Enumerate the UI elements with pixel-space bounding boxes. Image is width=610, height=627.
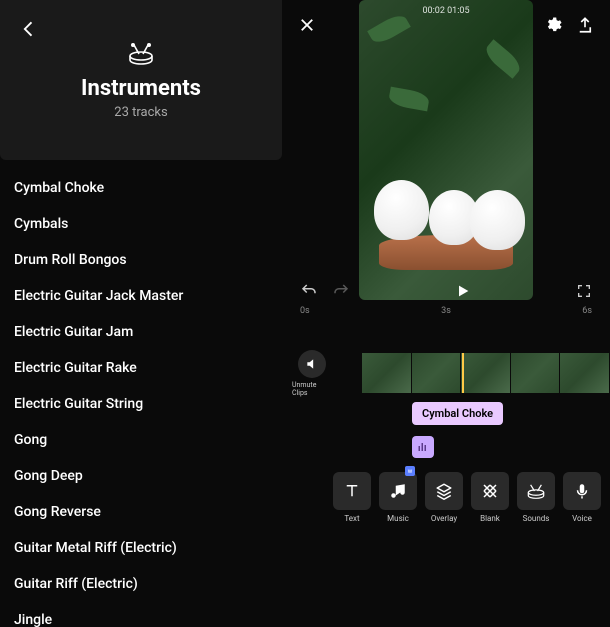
ruler-tick: 0s (300, 306, 310, 316)
editor-panel: 00:02 01:05 0s (282, 0, 610, 627)
clip-thumbnail[interactable] (560, 353, 610, 393)
tool-badge: w (405, 466, 415, 476)
tool-overlay[interactable]: Overlay (424, 472, 464, 523)
video-track-row[interactable]: Unmute Clips (282, 350, 610, 396)
settings-button[interactable] (544, 16, 562, 34)
player-controls (300, 282, 592, 300)
playhead[interactable] (462, 353, 464, 393)
time-ruler: 0s 3s 6s (300, 306, 592, 316)
fullscreen-button[interactable] (576, 283, 592, 299)
tool-voice[interactable]: Voice (562, 472, 602, 523)
preview-area: 00:02 01:05 0s (282, 0, 610, 320)
tool-music[interactable]: w Music (378, 472, 418, 523)
track-item[interactable]: Electric Guitar Jam (0, 314, 282, 350)
back-button[interactable] (18, 18, 40, 40)
ruler-tick: 3s (441, 306, 451, 316)
track-item[interactable]: Cymbal Choke (0, 170, 282, 206)
clip-track[interactable] (332, 353, 610, 393)
video-preview[interactable]: 00:02 01:05 (359, 0, 533, 300)
clip-thumbnail[interactable] (362, 353, 412, 393)
unmute-clips-button[interactable]: Unmute Clips (292, 350, 332, 397)
track-item[interactable]: Gong (0, 422, 282, 458)
voice-icon (563, 472, 601, 510)
overlay-icon (425, 472, 463, 510)
tool-text[interactable]: Text (332, 472, 372, 523)
track-item[interactable]: Jingle (0, 602, 282, 627)
track-item[interactable]: Guitar Metal Riff (Electric) (0, 530, 282, 566)
category-subtitle: 23 tracks (114, 105, 167, 120)
play-button[interactable] (455, 283, 471, 299)
redo-button[interactable] (332, 282, 350, 300)
track-item[interactable]: Gong Reverse (0, 494, 282, 530)
tool-blank[interactable]: Blank (470, 472, 510, 523)
music-icon: w (379, 472, 417, 510)
tool-label: Overlay (431, 514, 457, 523)
sounds-icon (517, 472, 555, 510)
close-button[interactable] (298, 16, 316, 34)
export-button[interactable] (576, 16, 594, 34)
blank-icon (471, 472, 509, 510)
track-item[interactable]: Electric Guitar Jack Master (0, 278, 282, 314)
ruler-tick: 6s (582, 306, 592, 316)
sound-viz-row (282, 436, 610, 462)
sound-clip[interactable]: Cymbal Choke (412, 402, 503, 425)
audio-viz-icon[interactable] (412, 436, 434, 458)
tool-sounds[interactable]: Sounds (516, 472, 556, 523)
sound-library-panel: Instruments 23 tracks Cymbal ChokeCymbal… (0, 0, 282, 627)
tool-label: Music (387, 514, 409, 523)
track-list[interactable]: Cymbal ChokeCymbalsDrum Roll BongosElect… (0, 160, 282, 627)
track-item[interactable]: Electric Guitar String (0, 386, 282, 422)
category-title: Instruments (81, 76, 201, 101)
category-header: Instruments 23 tracks (0, 0, 282, 160)
track-item[interactable]: Gong Deep (0, 458, 282, 494)
text-icon (333, 472, 371, 510)
track-item[interactable]: Guitar Riff (Electric) (0, 566, 282, 602)
sound-track-row[interactable]: Cymbal Choke (282, 402, 610, 432)
clip-thumbnail[interactable] (412, 353, 462, 393)
clip-thumbnail[interactable] (511, 353, 561, 393)
tool-label: Blank (480, 514, 500, 523)
tool-label: Voice (572, 514, 592, 523)
bottom-toolbar: Text w Music Overlay Blank Sounds Voice (282, 462, 610, 529)
tool-label: Sounds (523, 514, 550, 523)
timeline-area[interactable]: Unmute Clips Cymbal Choke TextwMusicO (282, 320, 610, 627)
undo-button[interactable] (300, 282, 318, 300)
unmute-label: Unmute Clips (292, 381, 332, 397)
clip-thumbnail[interactable] (461, 353, 511, 393)
track-item[interactable]: Cymbals (0, 206, 282, 242)
time-overlay: 00:02 01:05 (359, 6, 533, 16)
track-item[interactable]: Electric Guitar Rake (0, 350, 282, 386)
track-item[interactable]: Drum Roll Bongos (0, 242, 282, 278)
tool-label: Text (344, 514, 359, 523)
drum-icon (127, 40, 155, 68)
